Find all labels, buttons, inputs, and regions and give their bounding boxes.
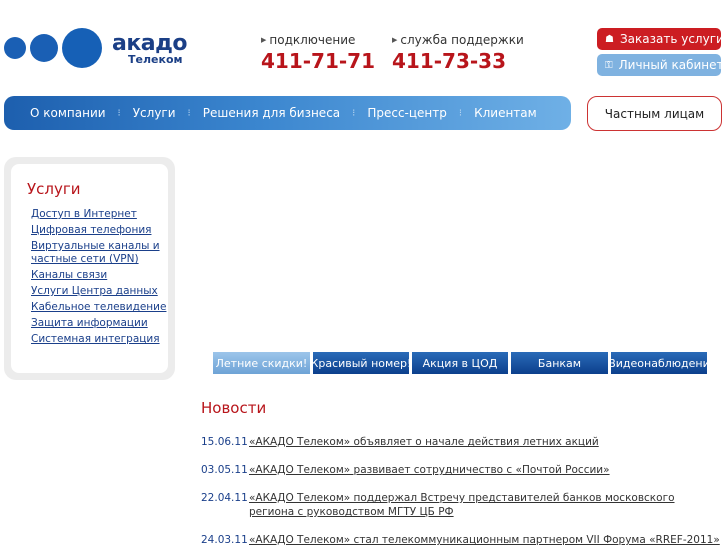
news-link[interactable]: «АКАДО Телеком» развивает сотрудничество…	[249, 463, 610, 477]
phone-support-caption-text: служба поддержки	[400, 33, 524, 47]
personal-cabinet-button[interactable]: ⚿ Личный кабинет	[597, 54, 724, 76]
nav-item-clients[interactable]: Клиентам	[474, 106, 537, 120]
news-item: 03.05.11 «АКАДО Телеком» развивает сотру…	[201, 463, 721, 477]
promo-tab-dc[interactable]: Акция в ЦОД	[412, 352, 508, 374]
order-services-button[interactable]: ☗ Заказать услуги	[597, 28, 724, 50]
logo-sub: Телеком	[128, 53, 183, 66]
promo-tab-summer[interactable]: Летние скидки!	[213, 352, 310, 374]
logo-brand: акадо	[112, 31, 188, 56]
news-item: 24.03.11 «АКАДО Телеком» стал телекоммун…	[201, 533, 721, 545]
sidebar-link-integration[interactable]: Системная интеграция	[31, 333, 171, 346]
promo-tab-video[interactable]: Видеонаблюдени	[611, 352, 707, 374]
phone-connect-caption: ▶ подключение	[261, 33, 375, 47]
nav-item-business[interactable]: Решения для бизнеса	[203, 106, 340, 120]
order-services-label: Заказать услуги	[619, 32, 724, 46]
logo-dot-large	[62, 28, 102, 68]
news-title: Новости	[201, 399, 267, 417]
logo-dot-small	[4, 37, 26, 59]
news-item: 15.06.11 «АКАДО Телеком» объявляет о нач…	[201, 435, 721, 449]
arrow-right-icon: ▶	[261, 36, 267, 44]
phone-support: ▶ служба поддержки 411-73-33	[392, 33, 524, 73]
nav-separator: ⁝	[117, 107, 121, 119]
news-item: 22.04.11 «АКАДО Телеком» поддержал Встре…	[201, 491, 721, 519]
sidebar-links: Доступ в Интернет Цифровая телефония Вир…	[31, 208, 171, 349]
cart-icon: ☗	[605, 33, 614, 45]
news-link[interactable]: «АКАДО Телеком» стал телекоммуникационны…	[249, 533, 720, 545]
key-icon: ⚿	[605, 59, 613, 71]
sidebar-link-security[interactable]: Защита информации	[31, 317, 171, 330]
sidebar-link-channels[interactable]: Каналы связи	[31, 269, 171, 282]
personal-cabinet-label: Личный кабинет	[618, 58, 724, 72]
sidebar-title: Услуги	[27, 180, 81, 198]
news-link[interactable]: «АКАДО Телеком» поддержал Встречу предст…	[249, 491, 721, 519]
sidebar-link-vpn[interactable]: Виртуальные каналы и частные сети (VPN)	[31, 240, 171, 266]
promo-tabs: Летние скидки! Красивый номер! Акция в Ц…	[213, 352, 707, 374]
sidebar-link-telephony[interactable]: Цифровая телефония	[31, 224, 171, 237]
news-link[interactable]: «АКАДО Телеком» объявляет о начале дейст…	[249, 435, 599, 449]
sidebar-link-cable-tv[interactable]: Кабельное телевидение	[31, 301, 171, 314]
nav-separator: ⁝	[187, 107, 191, 119]
nav-item-company[interactable]: О компании	[30, 106, 106, 120]
phone-connect: ▶ подключение 411-71-71	[261, 33, 375, 73]
sidebar-link-internet[interactable]: Доступ в Интернет	[31, 208, 171, 221]
private-clients-button[interactable]: Частным лицам	[587, 96, 722, 131]
nav-item-press[interactable]: Пресс-центр	[367, 106, 447, 120]
promo-tab-banks[interactable]: Банкам	[511, 352, 608, 374]
logo-dot-medium	[30, 34, 58, 62]
nav-separator: ⁝	[352, 107, 356, 119]
promo-tab-number[interactable]: Красивый номер!	[313, 352, 409, 374]
main-nav: О компании ⁝ Услуги ⁝ Решения для бизнес…	[4, 96, 571, 130]
nav-item-services[interactable]: Услуги	[133, 106, 176, 120]
news-date: 03.05.11	[201, 464, 248, 476]
arrow-right-icon: ▶	[392, 36, 398, 44]
phone-connect-number: 411-71-71	[261, 49, 376, 73]
news-date: 22.04.11	[201, 492, 248, 504]
sidebar-link-datacenter[interactable]: Услуги Центра данных	[31, 285, 171, 298]
phone-connect-caption-text: подключение	[269, 33, 356, 47]
news-date: 15.06.11	[201, 436, 248, 448]
phone-support-caption: ▶ служба поддержки	[392, 33, 524, 47]
phone-support-number: 411-73-33	[392, 49, 507, 73]
logo[interactable]: акадо Телеком	[4, 27, 194, 69]
news-date: 24.03.11	[201, 534, 248, 545]
nav-separator: ⁝	[458, 107, 463, 119]
